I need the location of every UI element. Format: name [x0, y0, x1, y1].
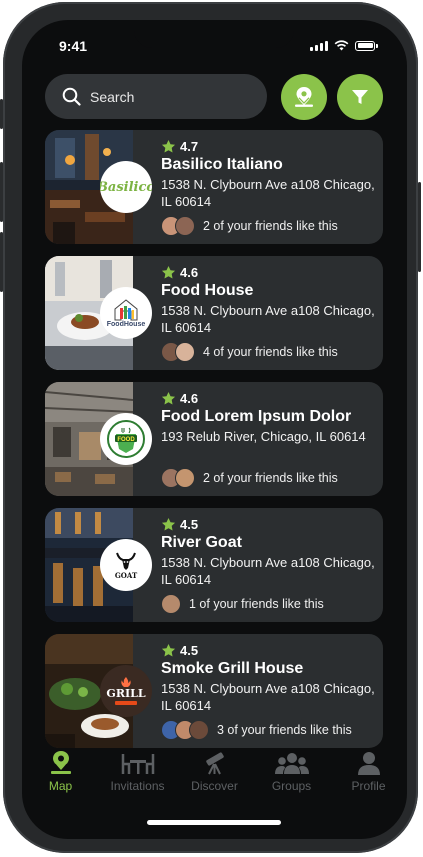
restaurant-name: Basilico Italiano	[161, 156, 283, 173]
friend-avatars	[161, 720, 209, 740]
restaurant-address: 1538 N. Clybourn Ave a108 Chicago, IL 60…	[161, 555, 375, 587]
rating-value: 4.6	[180, 391, 199, 406]
filter-button[interactable]	[337, 74, 383, 120]
friends-text: 2 of your friends like this	[203, 219, 338, 233]
avatar	[175, 468, 195, 488]
restaurant-name: River Goat	[161, 534, 242, 551]
food-house-mark	[114, 298, 138, 320]
svg-text:FOOD: FOOD	[117, 437, 135, 443]
restaurant-name: Smoke Grill House	[161, 660, 304, 677]
restaurant-address: 193 Relub River, Chicago, IL 60614	[161, 429, 366, 444]
restaurant-card[interactable]: FOOD 4.6 Food Lorem Ipsum Dolor 193 Relu…	[45, 382, 383, 496]
friends-row[interactable]: 2 of your friends like this	[161, 216, 338, 236]
restaurant-logo: FOOD	[100, 413, 152, 465]
friend-avatars	[161, 468, 195, 488]
status-time: 9:41	[59, 38, 88, 54]
profile-icon	[357, 752, 380, 775]
friend-avatars	[161, 216, 195, 236]
rating-value: 4.7	[180, 139, 199, 154]
tab-groups[interactable]: Groups	[256, 750, 328, 810]
avatar	[161, 594, 181, 614]
restaurant-address: 1538 N. Clybourn Ave a108 Chicago, IL 60…	[161, 177, 375, 209]
friends-text: 3 of your friends like this	[217, 723, 352, 737]
map-pin-icon	[295, 87, 313, 107]
rating-value: 4.5	[180, 517, 199, 532]
friends-row[interactable]: 2 of your friends like this	[161, 468, 338, 488]
restaurant-address: 1538 N. Clybourn Ave a108 Chicago, IL 60…	[161, 681, 375, 713]
map-pin-icon	[50, 751, 71, 774]
restaurant-card[interactable]: GOAT 4.5 River Goat 1538 N. Clybourn Ave…	[45, 508, 383, 622]
star-icon	[161, 265, 176, 279]
avatar	[189, 720, 209, 740]
star-icon	[161, 517, 176, 531]
home-indicator[interactable]	[147, 820, 281, 825]
table-icon	[121, 754, 154, 774]
tab-label: Groups	[271, 779, 312, 793]
tab-label: Invitations	[110, 779, 165, 793]
rating-value: 4.5	[180, 643, 199, 658]
tab-label: Map	[48, 779, 73, 793]
groups-icon	[274, 753, 309, 774]
restaurant-logo: FoodHouse	[100, 287, 152, 339]
mute-switch	[0, 99, 3, 129]
food-shield-logo: FOOD	[107, 420, 145, 458]
app-screen: 9:41 Search Basilic 4.7 Basilico Italian…	[22, 20, 407, 839]
friends-text: 4 of your friends like this	[203, 345, 338, 359]
restaurant-address: 1538 N. Clybourn Ave a108 Chicago, IL 60…	[161, 303, 375, 335]
restaurant-logo: GOAT	[100, 539, 152, 591]
battery-icon	[355, 40, 378, 51]
tab-profile[interactable]: Profile	[333, 750, 405, 810]
friend-avatars	[161, 342, 195, 362]
restaurant-name: Food House	[161, 282, 254, 299]
star-icon	[161, 391, 176, 405]
telescope-icon	[205, 752, 224, 775]
search-icon	[62, 87, 81, 106]
map-location-button[interactable]	[281, 74, 327, 120]
search-placeholder: Search	[90, 88, 135, 105]
status-icons	[310, 40, 378, 51]
signal-icon	[310, 40, 328, 51]
search-bar[interactable]: Search	[45, 74, 267, 119]
flame-icon	[121, 677, 131, 687]
tab-discover[interactable]: Discover	[179, 750, 251, 810]
filter-icon	[352, 90, 368, 104]
volume-down-button	[0, 232, 3, 292]
friends-row[interactable]: 4 of your friends like this	[161, 342, 338, 362]
rating-value: 4.6	[180, 265, 199, 280]
restaurant-card[interactable]: FoodHouse 4.6 Food House 1538 N. Clybour…	[45, 256, 383, 370]
restaurant-logo: GRILL	[100, 665, 152, 717]
friend-avatars	[161, 594, 181, 614]
notch	[134, 20, 294, 48]
volume-up-button	[0, 162, 3, 222]
tab-bar: Map Invitations Discover Groups Profile	[22, 750, 407, 810]
friends-text: 2 of your friends like this	[203, 471, 338, 485]
avatar	[175, 216, 195, 236]
friends-row[interactable]: 3 of your friends like this	[161, 720, 352, 740]
restaurant-card[interactable]: Basilico 4.7 Basilico Italiano 1538 N. C…	[45, 130, 383, 244]
restaurant-card[interactable]: GRILL 4.5 Smoke Grill House 1538 N. Clyb…	[45, 634, 383, 748]
tab-label: Discover	[191, 779, 238, 793]
restaurant-name: Food Lorem Ipsum Dolor	[161, 408, 352, 425]
tab-label: Profile	[351, 779, 386, 793]
tab-invitations[interactable]: Invitations	[102, 750, 174, 810]
star-icon	[161, 139, 176, 153]
power-button	[418, 182, 421, 272]
phone-frame: 9:41 Search Basilic 4.7 Basilico Italian…	[0, 2, 421, 853]
tab-map[interactable]: Map	[25, 750, 97, 810]
restaurant-logo: Basilico	[100, 161, 152, 213]
wifi-icon	[334, 40, 349, 51]
avatar	[175, 342, 195, 362]
star-icon	[161, 643, 176, 657]
goat-head-mark	[116, 552, 136, 570]
friends-text: 1 of your friends like this	[189, 597, 324, 611]
friends-row[interactable]: 1 of your friends like this	[161, 594, 324, 614]
